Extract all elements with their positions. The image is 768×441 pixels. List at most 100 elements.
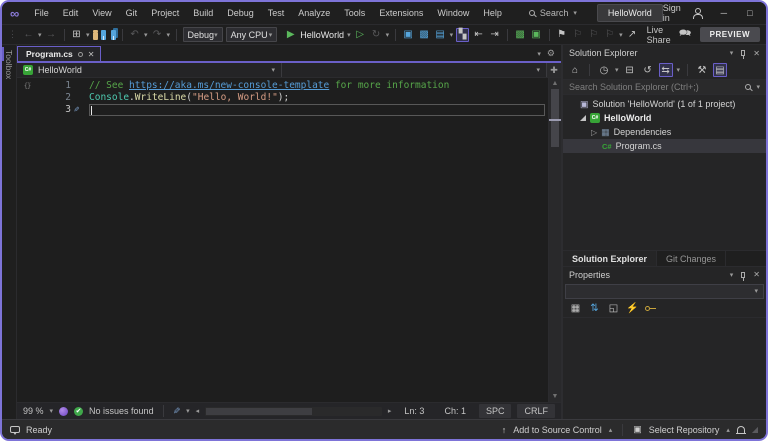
start-debugging-label[interactable]: HelloWorld — [300, 30, 344, 40]
menu-window[interactable]: Window — [430, 5, 476, 21]
tree-item-program-cs[interactable]: C# Program.cs — [563, 139, 766, 153]
window-options-icon[interactable]: ⚙ — [547, 48, 555, 59]
horizontal-scrollbar[interactable] — [205, 406, 382, 416]
select-repository-button[interactable]: Select Repository — [649, 425, 720, 435]
properties-tool-icon[interactable]: ⚒ — [695, 63, 709, 77]
overflow-icon[interactable]: ▾ — [450, 31, 454, 39]
issues-status[interactable]: No issues found — [89, 406, 154, 416]
redo-icon[interactable]: ↷ — [151, 28, 164, 42]
start-debugging-icon[interactable]: ▶ — [284, 28, 297, 42]
panel-tab-git-changes[interactable]: Git Changes — [657, 250, 727, 266]
add-to-source-control-button[interactable]: Add to Source Control — [513, 425, 602, 435]
new-project-icon[interactable]: ⊞ — [70, 28, 83, 42]
search-box[interactable]: Search ▾ — [523, 6, 583, 20]
open-file-icon[interactable] — [92, 29, 98, 40]
code-line-3[interactable]: 3 ✎ — [17, 104, 548, 116]
menu-edit[interactable]: Edit — [56, 5, 86, 21]
menu-analyze[interactable]: Analyze — [291, 5, 337, 21]
increase-indent-icon[interactable]: ⇥ — [488, 28, 501, 42]
expanded-expander-icon[interactable] — [580, 115, 586, 121]
scroll-right-icon[interactable]: ▸ — [388, 407, 392, 415]
collapse-all-icon[interactable]: ⊟ — [623, 63, 637, 77]
hot-reload-icon[interactable]: ↻ — [370, 28, 383, 42]
chevron-down-icon[interactable]: ▾ — [186, 407, 190, 415]
chevron-down-icon[interactable]: ▾ — [50, 407, 54, 415]
menu-file[interactable]: File — [27, 5, 56, 21]
chevron-down-icon[interactable]: ▾ — [677, 66, 681, 74]
previous-bookmark-icon[interactable]: ⚐ — [571, 28, 584, 42]
decrease-indent-icon[interactable]: ⇤ — [472, 28, 485, 42]
document-list-dropdown-icon[interactable]: ▾ — [537, 50, 541, 58]
navigate-forward-icon[interactable]: → — [45, 28, 58, 42]
menu-project[interactable]: Project — [144, 5, 186, 21]
menu-debug[interactable]: Debug — [220, 5, 261, 21]
object-selector-dropdown[interactable]: ▾ — [565, 283, 764, 299]
live-share-label[interactable]: Live Share — [647, 25, 671, 45]
split-window-icon[interactable]: ✚ — [547, 63, 561, 77]
sync-with-active-document-icon[interactable]: ⇆ — [658, 63, 673, 77]
hot-reload-dropdown-icon[interactable]: ▾ — [386, 31, 390, 39]
pin-panel-icon[interactable] — [741, 271, 746, 281]
new-project-dropdown-icon[interactable]: ▾ — [86, 31, 90, 39]
pin-tab-icon[interactable] — [77, 51, 83, 57]
redo-dropdown-icon[interactable]: ▾ — [167, 31, 171, 39]
start-without-debugging-icon[interactable]: ▷ — [354, 28, 367, 42]
maximize-button[interactable]: □ — [737, 4, 763, 23]
scroll-left-icon[interactable]: ◂ — [196, 407, 200, 415]
spaces-indicator[interactable]: SPC — [478, 404, 512, 418]
code-editor[interactable]: {̇} 1 // See https://aka.ms/new-console-te… — [17, 78, 548, 402]
scroll-up-icon[interactable]: ▲ — [552, 78, 559, 89]
scroll-down-icon[interactable]: ▼ — [552, 391, 559, 402]
toggle-bookmark-icon[interactable]: ⚑ — [555, 28, 568, 42]
categorized-icon[interactable]: ▦ — [569, 301, 582, 315]
property-pages-icon[interactable] — [645, 305, 656, 311]
clear-bookmarks-icon[interactable]: ⚐ — [603, 28, 616, 42]
profile-icon[interactable] — [693, 8, 704, 19]
collapsed-expander-icon[interactable]: ▷ — [591, 128, 597, 137]
scrollbar-thumb[interactable] — [551, 89, 559, 147]
preview-button[interactable]: PREVIEW — [699, 27, 761, 42]
sign-in-button[interactable]: Sign in — [663, 3, 684, 23]
parameter-info-icon[interactable]: ▩ — [418, 28, 431, 42]
menu-test[interactable]: Test — [261, 5, 292, 21]
close-tab-icon[interactable]: ✕ — [88, 50, 95, 59]
pen-icon[interactable]: ✎ — [74, 104, 79, 116]
minimize-button[interactable]: ─ — [711, 4, 737, 23]
show-all-files-icon[interactable]: ▤ — [713, 63, 728, 77]
chevron-up-icon[interactable]: ▴ — [726, 426, 730, 434]
pending-changes-filter-icon[interactable]: ◷ — [597, 63, 611, 77]
panel-menu-icon[interactable]: ▾ — [730, 49, 734, 57]
close-button[interactable]: ✕ — [763, 4, 766, 23]
refresh-icon[interactable]: ↺ — [641, 63, 655, 77]
navigate-back-icon[interactable]: ← — [22, 28, 35, 42]
close-panel-icon[interactable]: ✕ — [753, 270, 760, 279]
menu-build[interactable]: Build — [186, 5, 220, 21]
code-line-1[interactable]: {̇} 1 // See https://aka.ms/new-console-te… — [17, 80, 548, 92]
menu-view[interactable]: View — [85, 5, 118, 21]
toolbox-tab[interactable]: Toolbox — [4, 50, 14, 79]
platform-dropdown[interactable]: Any CPU ▾ — [225, 27, 278, 42]
menu-git[interactable]: Git — [119, 5, 145, 21]
project-dropdown[interactable]: C# HelloWorld ▾ — [17, 63, 282, 77]
quick-info-icon[interactable]: ▤ — [434, 28, 447, 42]
undo-dropdown-icon[interactable]: ▾ — [144, 31, 148, 39]
switch-views-icon[interactable]: ⌂ — [568, 63, 582, 77]
chevron-down-icon[interactable]: ▾ — [756, 83, 760, 91]
tree-item-dependencies[interactable]: ▷ ▦ Dependencies — [563, 125, 766, 139]
start-dropdown-icon[interactable]: ▾ — [347, 31, 351, 39]
quick-actions-pen-icon[interactable]: ✎ — [173, 406, 181, 417]
toolbar-grip[interactable]: ⋮ — [8, 29, 17, 40]
properties-view-icon[interactable]: ◱ — [607, 301, 620, 315]
panel-menu-icon[interactable]: ▾ — [730, 271, 734, 279]
uncomment-icon[interactable]: ▣ — [530, 28, 543, 42]
member-list-icon[interactable]: ▣ — [402, 28, 415, 42]
tree-item-solution-helloworld-1-of-1-project[interactable]: ▣ Solution 'HelloWorld' (1 of 1 project) — [563, 97, 766, 111]
file-health-icon[interactable]: {̇} — [24, 80, 32, 92]
comment-out-icon[interactable]: ▩ — [514, 28, 527, 42]
menu-extensions[interactable]: Extensions — [372, 5, 430, 21]
overflow-icon[interactable]: ▾ — [619, 31, 623, 39]
tree-item-helloworld[interactable]: C# HelloWorld — [563, 111, 766, 125]
resize-grip[interactable]: ◢ — [752, 425, 758, 434]
line-endings-indicator[interactable]: CRLF — [517, 404, 555, 418]
notifications-bell-icon[interactable] — [735, 426, 746, 434]
